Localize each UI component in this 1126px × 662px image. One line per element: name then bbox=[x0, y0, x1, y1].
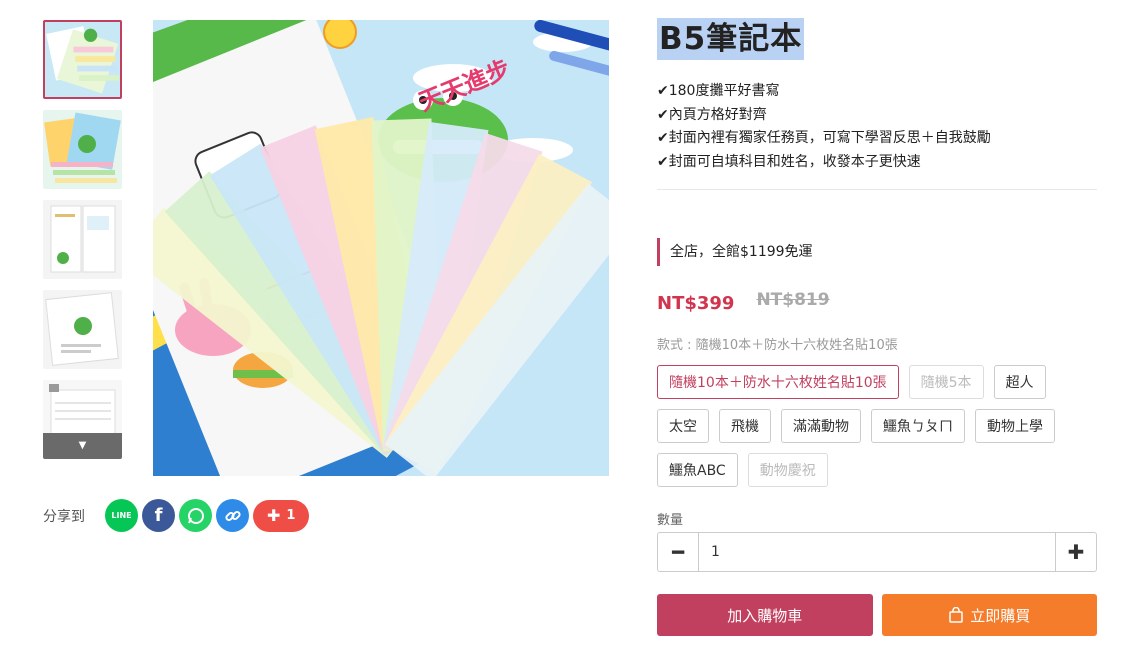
variant-option-animals-school[interactable]: 動物上學 bbox=[975, 409, 1055, 443]
thumbnail-scroll-down-button[interactable]: ▼ bbox=[43, 433, 122, 459]
divider bbox=[657, 189, 1097, 190]
promo-banner: 全店，全館$1199免運 bbox=[657, 238, 1097, 266]
variant-option-superman[interactable]: 超人 bbox=[993, 365, 1046, 399]
shopping-bag-icon bbox=[948, 607, 964, 623]
feature-item: ✔180度攤平好書寫 bbox=[657, 83, 780, 99]
quantity-label: 數量 bbox=[657, 513, 684, 528]
product-photo: 天天進步 bbox=[153, 20, 609, 476]
buy-now-label: 立即購買 bbox=[970, 606, 1031, 625]
sale-price: NT$399 bbox=[657, 293, 735, 314]
feature-item: ✔封面內裡有獨家任務頁，可寫下學習反思＋自我鼓勵 bbox=[657, 130, 991, 146]
main-product-image[interactable]: 天天進步 bbox=[153, 20, 609, 476]
variant-option-airplane[interactable]: 飛機 bbox=[719, 409, 771, 443]
variant-option-croc-abc[interactable]: 鱷魚ABC bbox=[657, 453, 738, 487]
plus-icon: ✚ bbox=[1067, 540, 1085, 564]
variant-option-random-5[interactable]: 隨機5本 bbox=[908, 365, 984, 399]
add-to-cart-label: 加入購物車 bbox=[727, 606, 803, 625]
thumbnail-4[interactable] bbox=[43, 290, 122, 369]
facebook-icon: f bbox=[154, 505, 163, 526]
variant-option-animals-celebrate[interactable]: 動物慶祝 bbox=[747, 453, 828, 487]
variant-option-space[interactable]: 太空 bbox=[657, 409, 709, 443]
quantity-stepper: ━ ✚ bbox=[657, 532, 1097, 572]
quantity-decrease-button[interactable]: ━ bbox=[658, 533, 699, 571]
feature-item: ✔封面可自填科目和姓名，收發本子更快速 bbox=[657, 153, 921, 170]
quantity-input[interactable] bbox=[699, 533, 1055, 571]
share-more-button[interactable]: ✚ 1 bbox=[253, 499, 310, 532]
feature-item: ✔內頁方格好對齊 bbox=[657, 106, 767, 123]
variant-option-animals[interactable]: 滿滿動物 bbox=[781, 409, 861, 443]
thumbnail-3-image bbox=[43, 200, 122, 279]
share-facebook-button[interactable]: f bbox=[142, 499, 175, 532]
product-title: B5筆記本 bbox=[657, 18, 805, 60]
quantity-increase-button[interactable]: ✚ bbox=[1055, 533, 1096, 571]
original-price: NT$819 bbox=[756, 290, 830, 310]
variant-label: 款式 : 隨機10本＋防水十六枚姓名貼10張 bbox=[657, 338, 898, 353]
minus-icon: ━ bbox=[671, 540, 685, 564]
line-icon: LINE bbox=[111, 511, 132, 520]
variant-options: 隨機10本＋防水十六枚姓名貼10張 隨機5本 超人 太空 飛機 滿滿動物 鱷魚ㄅ… bbox=[657, 365, 1102, 487]
thumbnail-4-image bbox=[43, 290, 122, 369]
share-label: 分享到 bbox=[43, 508, 85, 525]
product-info-panel: B5筆記本 ✔180度攤平好書寫 ✔內頁方格好對齊 ✔封面內裡有獨家任務頁，可寫… bbox=[657, 18, 1097, 636]
thumbnail-1-image bbox=[45, 22, 120, 97]
share-link-button[interactable] bbox=[216, 499, 249, 532]
thumbnail-2-image bbox=[43, 110, 122, 189]
chevron-down-icon: ▼ bbox=[78, 440, 87, 451]
purchase-actions: 加入購物車 立即購買 bbox=[657, 594, 1097, 636]
thumbnail-2[interactable] bbox=[43, 110, 122, 189]
share-line-button[interactable]: LINE bbox=[105, 499, 138, 532]
price-row: NT$399 NT$819 bbox=[657, 290, 1097, 314]
whatsapp-icon bbox=[187, 507, 204, 524]
share-count: 1 bbox=[286, 508, 296, 523]
add-to-cart-button[interactable]: 加入購物車 bbox=[657, 594, 873, 636]
share-whatsapp-button[interactable] bbox=[179, 499, 212, 532]
variant-option-croc-bopomofo[interactable]: 鱷魚ㄅㄆㄇ bbox=[871, 409, 965, 443]
buy-now-button[interactable]: 立即購買 bbox=[881, 594, 1097, 636]
share-bar: 分享到 LINE f ✚ 1 bbox=[43, 499, 310, 532]
thumbnail-5[interactable]: ▼ bbox=[43, 380, 122, 459]
variant-option-random-10-stickers[interactable]: 隨機10本＋防水十六枚姓名貼10張 bbox=[657, 365, 899, 399]
thumbnail-3[interactable] bbox=[43, 200, 122, 279]
link-icon bbox=[224, 510, 241, 521]
feature-list: ✔180度攤平好書寫 ✔內頁方格好對齊 ✔封面內裡有獨家任務頁，可寫下學習反思＋… bbox=[657, 80, 1097, 174]
thumbnail-gallery: ▼ bbox=[43, 20, 122, 470]
thumbnail-1[interactable] bbox=[43, 20, 122, 99]
plus-icon: ✚ bbox=[267, 506, 281, 525]
